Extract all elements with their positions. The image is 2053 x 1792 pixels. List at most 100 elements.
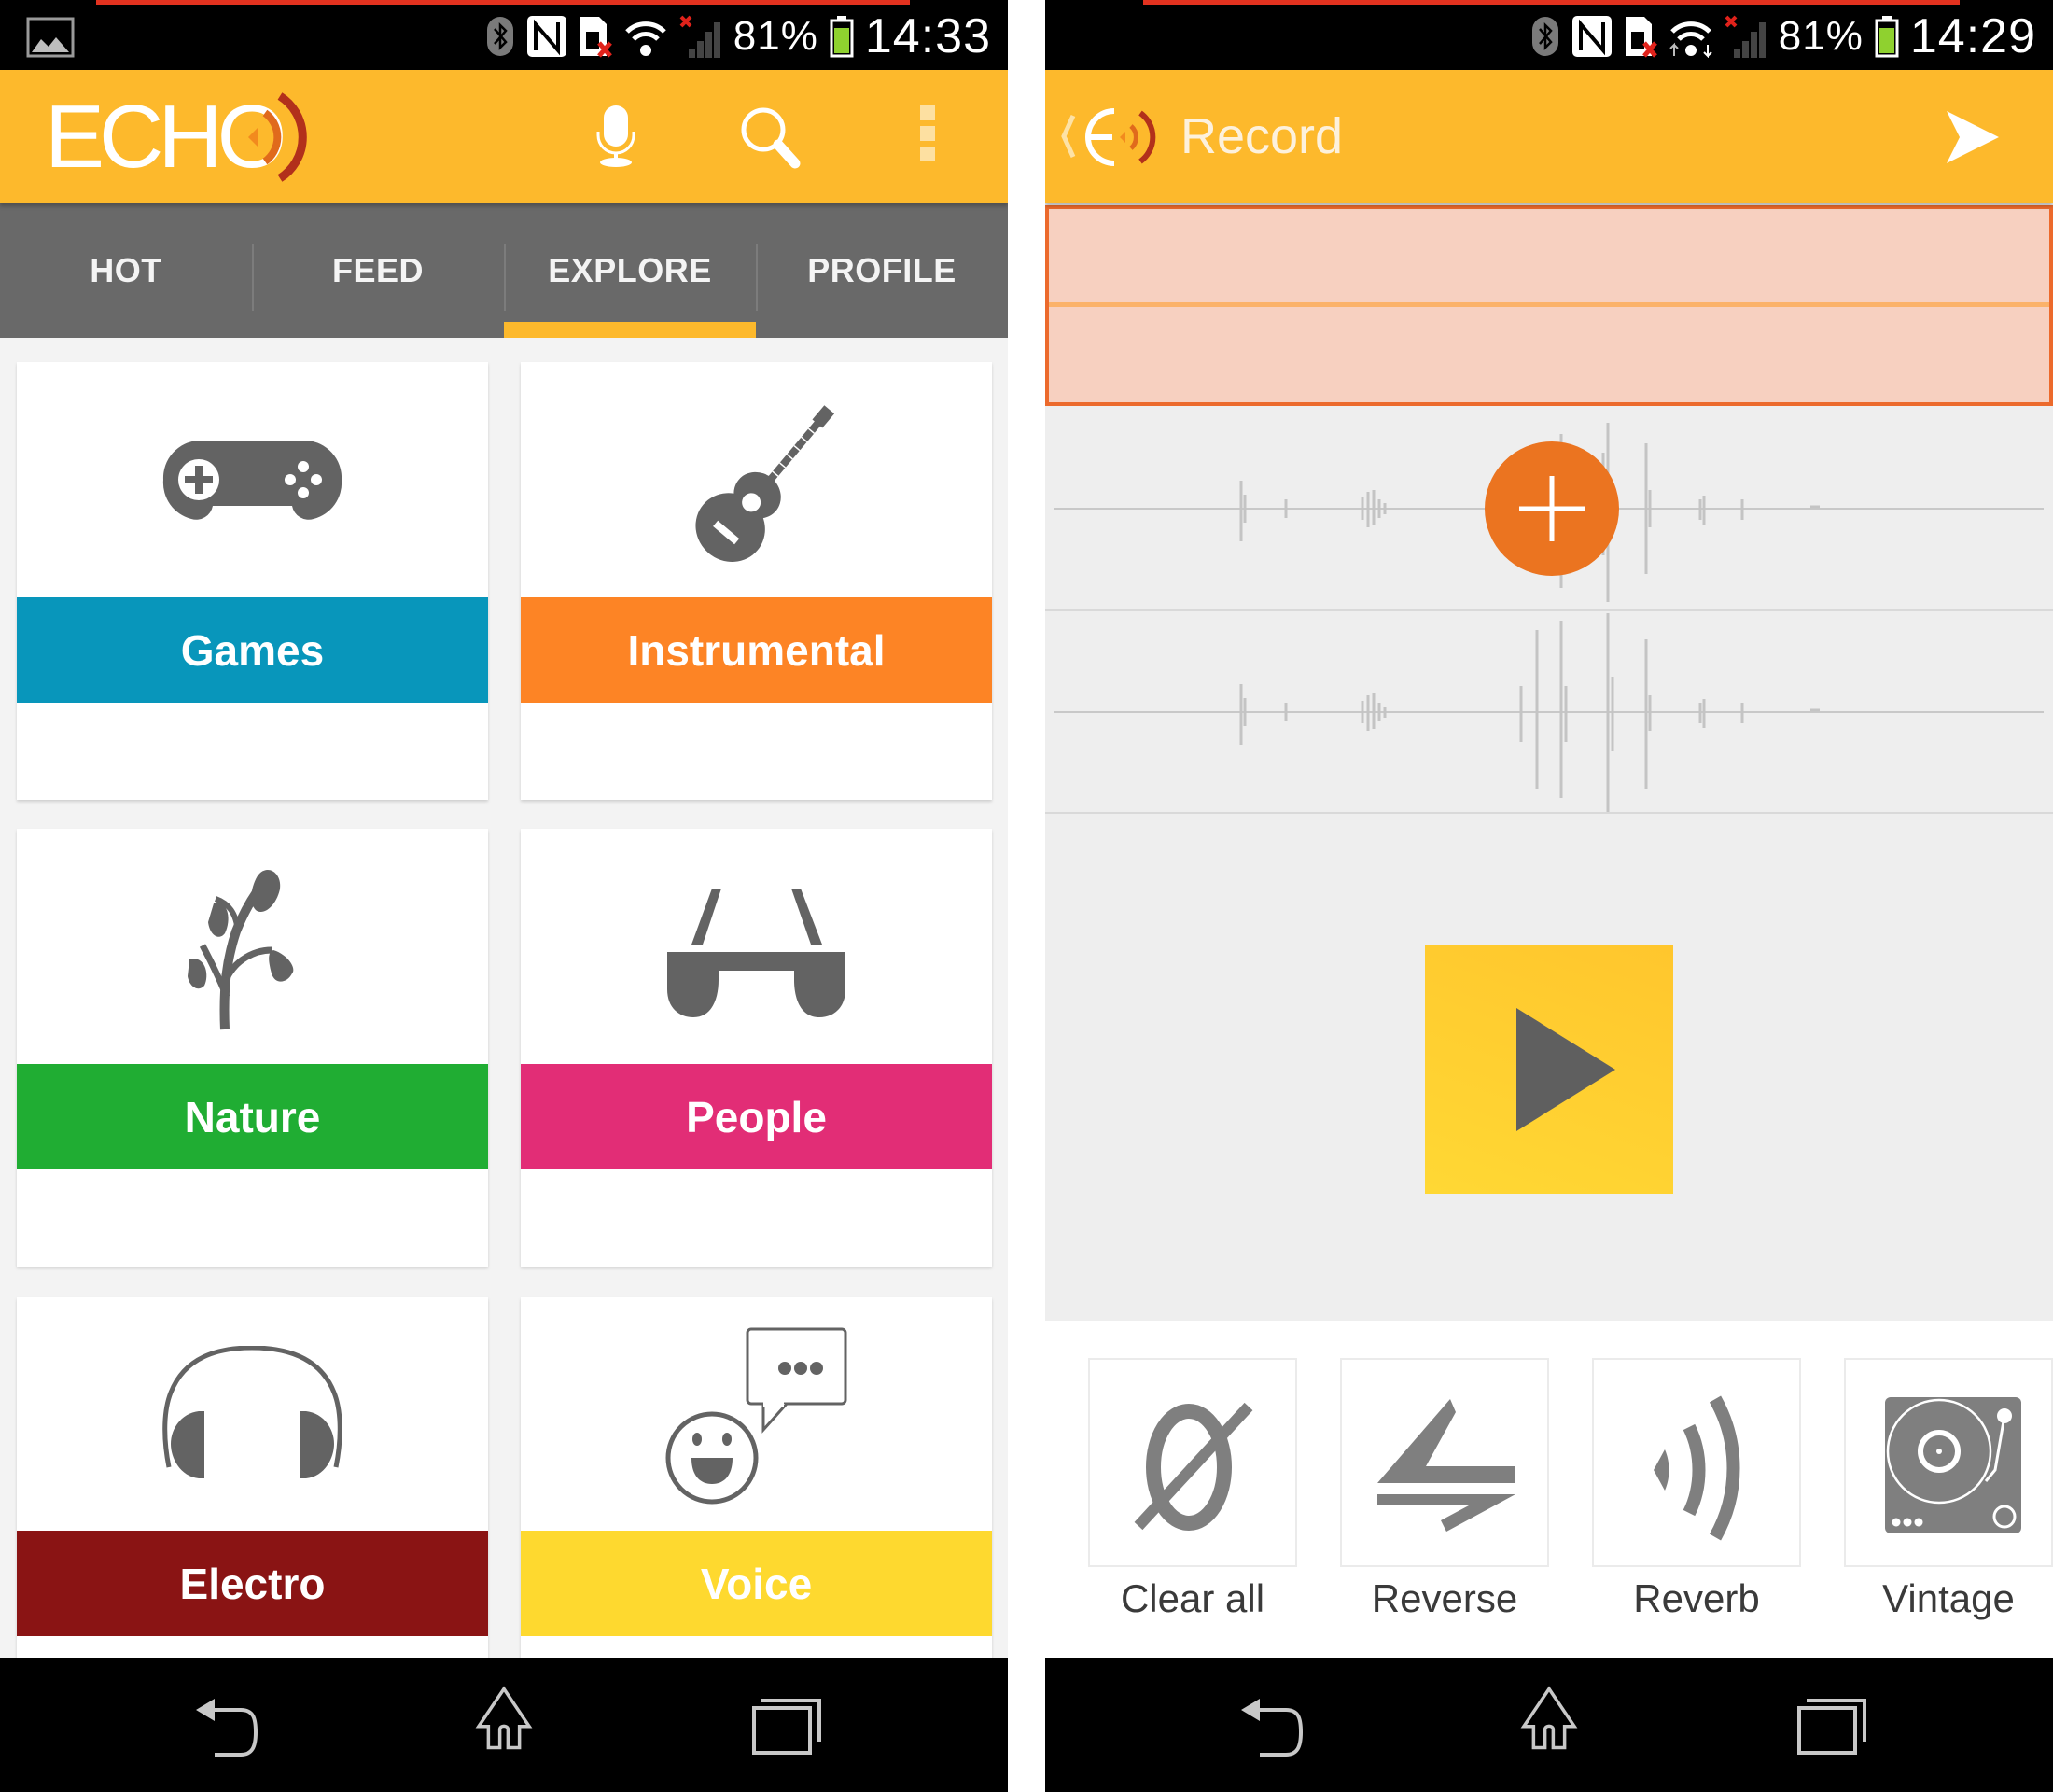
tab-explore[interactable]: EXPLORE — [504, 203, 756, 338]
category-label-band: Instrumental — [521, 597, 992, 703]
recent-apps-icon[interactable] — [1792, 1695, 1876, 1760]
chevron-left-icon — [1061, 114, 1076, 159]
no-sim-icon — [1625, 17, 1657, 58]
category-label: People — [686, 1092, 827, 1141]
system-nav-bar — [1045, 1658, 2053, 1792]
home-icon[interactable] — [462, 1686, 546, 1751]
track-2[interactable] — [1045, 611, 2053, 814]
waveform — [1054, 613, 2044, 812]
effect-label: Reverb — [1633, 1576, 1760, 1620]
home-icon[interactable] — [1507, 1686, 1591, 1751]
add-track-icon — [1519, 476, 1585, 541]
category-label-band: Games — [17, 597, 488, 703]
reverb-icon — [1654, 1395, 1740, 1541]
track-1[interactable] — [1045, 406, 2053, 611]
category-label: Games — [180, 625, 325, 675]
category-card-nature[interactable]: Nature — [17, 829, 488, 1267]
logo-text: ECHO — [45, 91, 284, 184]
effects-row: Clear all Reverse Reverb Vintage — [1045, 1321, 2053, 1658]
category-card-instrumental[interactable]: Instrumental — [521, 362, 992, 800]
track-baseline — [1049, 302, 2049, 307]
clear-all-icon — [1134, 1402, 1253, 1531]
gallery-notification-icon — [26, 17, 75, 58]
status-icons: 81% 14:29 — [1530, 7, 2036, 65]
category-label: Nature — [184, 1092, 321, 1141]
send-icon[interactable] — [1943, 107, 2003, 167]
overflow-menu-icon[interactable] — [920, 105, 939, 167]
turntable-icon — [1885, 1397, 2021, 1533]
download-progress-line — [96, 0, 910, 5]
category-label-band: Nature — [17, 1064, 488, 1169]
category-card-voice[interactable]: Voice — [521, 1297, 992, 1671]
effect-label: Reverse — [1371, 1576, 1518, 1620]
tab-profile[interactable]: PROFILE — [756, 203, 1008, 338]
effect-reverse[interactable]: Reverse — [1340, 1358, 1549, 1621]
selected-empty-track[interactable] — [1045, 205, 2053, 406]
battery-icon — [1875, 16, 1899, 58]
nfc-icon — [526, 16, 566, 57]
app-bar: ECHO — [0, 70, 1008, 203]
effect-label: Clear all — [1120, 1576, 1265, 1620]
status-icons: 81% 14:33 — [485, 7, 991, 65]
microphone-icon[interactable] — [593, 104, 639, 169]
back-icon[interactable] — [187, 1695, 271, 1760]
nfc-icon — [1571, 16, 1612, 57]
back-icon[interactable] — [1232, 1695, 1316, 1760]
effect-label: Vintage — [1882, 1576, 2015, 1620]
category-label-band: Voice — [521, 1531, 992, 1636]
echo-logo[interactable]: ECHO — [45, 91, 325, 184]
plant-icon — [163, 869, 294, 1030]
tab-bar: HOT FEED EXPLORE PROFILE — [0, 203, 1008, 338]
clock: 14:29 — [1909, 9, 2036, 63]
tab-label: HOT — [90, 251, 162, 289]
echo-logo-small-icon — [1085, 108, 1156, 166]
recent-apps-icon[interactable] — [747, 1695, 831, 1760]
guitar-icon — [695, 405, 835, 562]
bluetooth-icon — [1531, 17, 1558, 56]
tab-label: PROFILE — [807, 251, 957, 289]
add-track-button[interactable] — [1485, 441, 1619, 576]
bluetooth-icon — [486, 17, 513, 56]
tab-label: EXPLORE — [548, 251, 712, 289]
category-label: Instrumental — [627, 625, 886, 675]
battery-percent: 81% — [733, 13, 818, 59]
sunglasses-icon — [667, 889, 845, 1017]
reverse-icon — [1377, 1399, 1515, 1532]
status-bar: 81% 14:29 — [1045, 0, 2053, 70]
download-progress-line — [1143, 0, 1960, 5]
category-card-people[interactable]: People — [521, 829, 992, 1267]
effect-clear-all[interactable]: Clear all — [1088, 1358, 1297, 1621]
category-label-band: Electro — [17, 1531, 488, 1636]
play-button[interactable] — [1425, 945, 1673, 1194]
talking-face-icon — [665, 1327, 847, 1505]
record-screen: 81% 14:29 Record Clear all Reverse Rever… — [1045, 0, 2053, 1792]
category-label: Electro — [179, 1559, 326, 1608]
clock: 14:33 — [864, 9, 991, 63]
status-bar: 81% 14:33 — [0, 0, 1008, 70]
tab-hot[interactable]: HOT — [0, 203, 252, 338]
signal-no-service-icon — [1725, 15, 1766, 58]
system-nav-bar — [0, 1658, 1008, 1792]
up-navigation-button[interactable]: Record — [1045, 70, 1456, 203]
category-label: Voice — [700, 1559, 813, 1608]
screen-title: Record — [1180, 108, 1344, 164]
app-bar: Record — [1045, 70, 2053, 203]
headphones-icon — [162, 1346, 342, 1478]
explore-screen: 81% 14:33 ECHO HOT FEED EXPLORE PROFILE … — [0, 0, 1008, 1792]
search-icon[interactable] — [737, 104, 808, 169]
battery-icon — [830, 16, 854, 58]
effect-reverb[interactable]: Reverb — [1592, 1358, 1801, 1621]
wifi-data-icon — [1669, 21, 1712, 58]
tab-label: FEED — [331, 251, 424, 289]
effect-vintage[interactable]: Vintage — [1844, 1358, 2053, 1621]
category-label-band: People — [521, 1064, 992, 1169]
no-sim-icon — [580, 17, 612, 58]
gamepad-icon — [162, 441, 342, 520]
tab-feed[interactable]: FEED — [252, 203, 504, 338]
signal-no-service-icon — [679, 15, 720, 58]
category-card-electro[interactable]: Electro — [17, 1297, 488, 1671]
wifi-icon — [624, 21, 666, 56]
battery-percent: 81% — [1778, 13, 1864, 59]
category-card-games[interactable]: Games — [17, 362, 488, 800]
play-icon — [1516, 1008, 1615, 1131]
